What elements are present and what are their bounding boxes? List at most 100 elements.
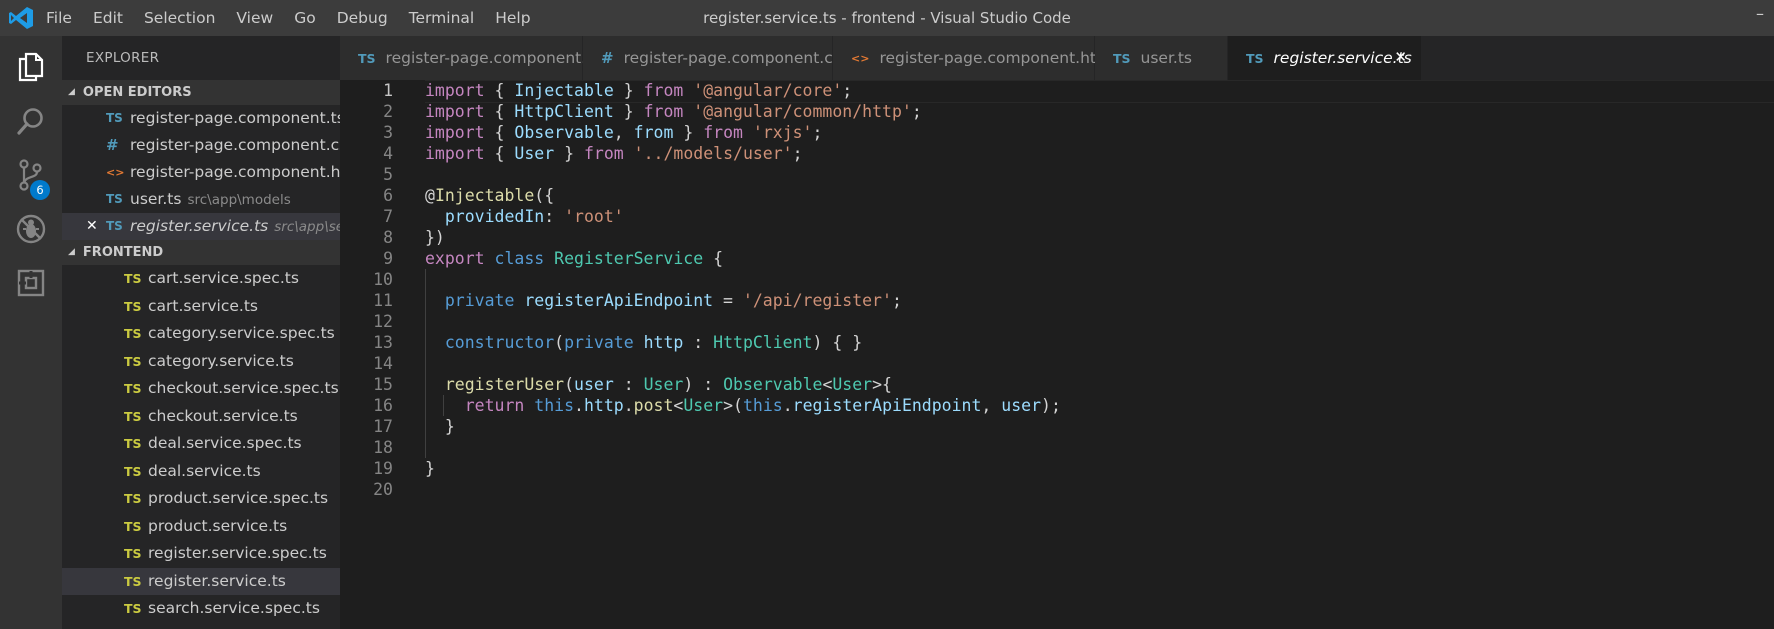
typescript-file-icon: TS	[1246, 50, 1264, 66]
file-tree-item[interactable]: TS deal.service.ts	[62, 458, 340, 486]
code-token: private	[564, 333, 634, 352]
code-token: User	[832, 375, 873, 394]
code-token: constructor	[444, 333, 555, 352]
code-token: import	[425, 102, 485, 121]
explorer-icon[interactable]	[0, 36, 62, 98]
tab-register-page-component-html[interactable]: <> register-page.component.html	[833, 36, 1115, 80]
typescript-file-icon: TS	[124, 491, 142, 506]
code-token: import	[425, 123, 485, 142]
typescript-file-icon: TS	[106, 219, 123, 233]
code-line: 13 constructor(private http : HttpClient…	[340, 332, 1774, 353]
file-tree-item[interactable]: TS cart.service.spec.ts	[62, 265, 340, 293]
open-editor-name: user.ts	[130, 190, 182, 208]
code-line: 11 private registerApiEndpoint = '/api/r…	[340, 290, 1774, 311]
code-token: this	[534, 396, 575, 415]
typescript-file-icon: TS	[124, 573, 142, 589]
code-token: .	[574, 396, 584, 415]
file-tree-item[interactable]: TS register.service.spec.ts	[62, 540, 340, 568]
code-editor[interactable]: 1 import { Injectable } from '@angular/co…	[340, 80, 1774, 629]
minimize-button[interactable]: –	[1756, 4, 1764, 23]
open-editor-item[interactable]: TS register-page.component.ts	[62, 105, 340, 132]
menu-item-debug[interactable]: Debug	[337, 9, 388, 27]
line-number: 9	[383, 249, 393, 268]
code-token: ;	[812, 123, 823, 142]
menu-item-selection[interactable]: Selection	[144, 9, 215, 27]
debug-icon[interactable]	[0, 198, 62, 260]
typescript-file-icon: TS	[124, 326, 142, 341]
code-text: export class RegisterService {	[425, 248, 723, 269]
file-tree: TS cart.service.spec.ts TS cart.service.ts T…	[62, 265, 340, 623]
file-tree-item-label: deal.service.spec.ts	[148, 434, 302, 452]
file-tree-item[interactable]: TS product.service.ts	[62, 513, 340, 541]
close-icon[interactable]: ✕	[1394, 48, 1407, 66]
menu-item-go[interactable]: Go	[294, 9, 316, 27]
menu-item-view[interactable]: View	[236, 9, 273, 27]
code-line: 19}	[340, 458, 1774, 479]
file-tree-item[interactable]: TS product.service.spec.ts	[62, 485, 340, 513]
code-token: ) :	[683, 375, 724, 394]
file-tree-item[interactable]: TS checkout.service.ts	[62, 403, 340, 431]
code-token: Observable	[723, 375, 823, 394]
line-number: 12	[373, 312, 393, 331]
search-icon[interactable]	[0, 90, 62, 152]
code-token: from	[703, 123, 743, 142]
code-token: http	[643, 333, 684, 352]
file-tree-item[interactable]: TS register.service.ts	[62, 567, 340, 595]
code-token: (	[554, 333, 565, 352]
code-token: ,	[981, 396, 1002, 415]
file-tree-item[interactable]: TS checkout.service.spec.ts	[62, 375, 340, 403]
typescript-file-icon: TS	[124, 463, 142, 479]
tab-register-page-component-ts[interactable]: TS register-page.component.ts	[340, 36, 600, 80]
code-line: 2 import { HttpClient } from '@angular/co…	[340, 101, 1774, 122]
code-line: 8})	[340, 227, 1774, 248]
file-tree-item[interactable]: TS cart.service.ts	[62, 293, 340, 321]
code-token: }	[613, 81, 644, 100]
code-token: registerUser	[444, 375, 565, 394]
code-line: 1 import { Injectable } from '@angular/co…	[340, 80, 1774, 103]
file-tree-item[interactable]: TS deal.service.spec.ts	[62, 430, 340, 458]
open-editor-item-active[interactable]: ✕ TS register.service.ts src\app\services	[62, 213, 340, 240]
close-icon[interactable]: ✕	[86, 213, 98, 240]
menu-item-file[interactable]: File	[46, 9, 72, 27]
open-editor-item[interactable]: # register-page.component.css	[62, 132, 340, 159]
code-token: }	[613, 102, 644, 121]
code-token: '@angular/core'	[693, 81, 843, 100]
code-line: 12	[340, 311, 1774, 332]
source-control-icon[interactable]: 6	[0, 144, 62, 206]
code-line: 20	[340, 479, 1774, 500]
open-editors-header[interactable]: ◢ OPEN EDITORS	[62, 80, 340, 105]
tab-register-page-component-css[interactable]: # register-page.component.css	[583, 36, 849, 80]
menu-item-terminal[interactable]: Terminal	[409, 9, 475, 27]
typescript-file-icon: TS	[124, 408, 142, 424]
file-tree-item[interactable]: TS category.service.ts	[62, 348, 340, 376]
code-token: {	[484, 102, 515, 121]
file-tree-item[interactable]: TS category.service.spec.ts	[62, 320, 340, 348]
menu-item-help[interactable]: Help	[495, 9, 530, 27]
tab-register-service-ts[interactable]: TS register.service.ts ✕	[1228, 36, 1422, 80]
line-number: 18	[373, 438, 393, 457]
open-editor-item[interactable]: <> register-page.component.html	[62, 159, 340, 186]
code-token: ({	[534, 186, 555, 205]
tab-user-ts[interactable]: TS user.ts	[1095, 36, 1228, 80]
file-tree-item-label: product.service.spec.ts	[148, 489, 329, 507]
file-tree-item-label: deal.service.ts	[148, 461, 261, 480]
typescript-file-icon: TS	[124, 518, 142, 534]
file-tree-item[interactable]: TS search.service.spec.ts	[62, 595, 340, 623]
html-file-icon: <>	[851, 51, 870, 65]
folder-label: FRONTEND	[82, 245, 164, 260]
typescript-file-icon: TS	[106, 192, 123, 206]
css-file-icon: #	[601, 49, 614, 67]
file-tree-item-label: category.service.spec.ts	[148, 324, 335, 342]
code-token: '../models/user'	[633, 144, 793, 163]
menu-item-edit[interactable]: Edit	[93, 9, 123, 27]
code-token: User	[683, 396, 724, 415]
sidebar-title: EXPLORER	[86, 50, 160, 66]
open-editor-item[interactable]: TS user.ts src\app\models	[62, 186, 340, 213]
folder-header[interactable]: ◢ FRONTEND	[62, 240, 340, 265]
menu-bar: File Edit Selection View Go Debug Terminal Help	[46, 0, 552, 36]
extensions-icon[interactable]	[0, 252, 62, 314]
